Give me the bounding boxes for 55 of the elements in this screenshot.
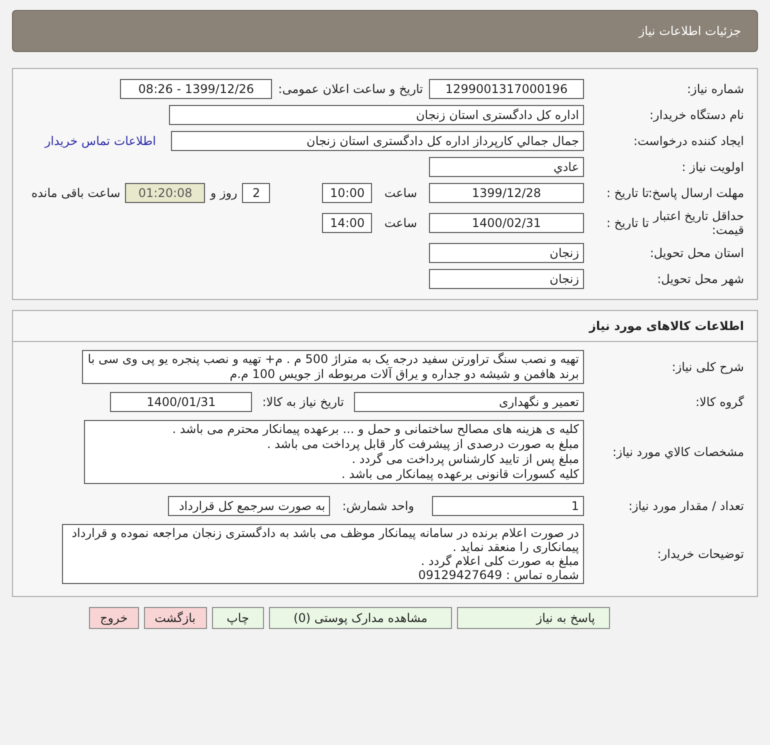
input-field[interactable]: اداره کل دادگستری استان زنجان bbox=[169, 105, 584, 125]
field-label: شرح کلی نیاز: bbox=[670, 359, 744, 376]
input-field[interactable]: 1 bbox=[432, 496, 584, 516]
field-label: تاریخ و ساعت اعلان عمومی: bbox=[278, 81, 423, 98]
input-field[interactable]: 14:00 bbox=[322, 213, 372, 233]
note-line: مبلغ به صورت کلی اعلام گردد . bbox=[420, 554, 579, 568]
input-field[interactable]: 01:20:08 bbox=[125, 183, 206, 203]
field-label: گروه کالا: bbox=[694, 394, 744, 411]
input-field[interactable]: جمال جمالي كارپرداز اداره کل دادگستری استان زنجان bbox=[171, 131, 584, 151]
input-field[interactable]: 1399/12/28 bbox=[429, 183, 584, 203]
action-button[interactable]: چاپ bbox=[212, 607, 264, 629]
input-field[interactable]: تعمیر و نگهداری bbox=[354, 392, 584, 412]
action-button[interactable]: بازگشت bbox=[144, 607, 207, 629]
input-field[interactable]: 1400/02/31 bbox=[429, 213, 584, 233]
note-line: شماره تماس : 09129427649 bbox=[417, 568, 579, 582]
field-label: تا تاریخ : bbox=[605, 215, 649, 232]
field-label: شهر محل تحویل: bbox=[656, 271, 744, 288]
spec-line: کلیه ی هزینه های مصالح ساختمانی و حمل و ... برعهده پیمانکار محترم می باشد . bbox=[171, 422, 579, 437]
field-label: تا تاریخ : bbox=[605, 185, 649, 202]
field-label: تاریخ نیاز به کالا: bbox=[262, 394, 344, 411]
input-field[interactable]: 10:00 bbox=[322, 183, 372, 203]
field-label: شماره نیاز: bbox=[686, 81, 744, 98]
action-button[interactable]: مشاهده مدارک پوستی (0) bbox=[269, 607, 452, 629]
page-title: جزئیات اطلاعات نیاز bbox=[638, 23, 741, 40]
input-field[interactable]: زنجان bbox=[429, 243, 584, 263]
contact-link[interactable]: اطلاعات تماس خریدار bbox=[44, 132, 156, 150]
field-label: مهلت ارسال پاسخ: bbox=[649, 185, 744, 202]
action-button[interactable]: پاسخ به نیاز bbox=[457, 607, 610, 629]
section-title: اطلاعات کالاهای مورد نیاز bbox=[589, 319, 744, 333]
field-label: روز و bbox=[210, 185, 238, 202]
spec-line: مبلغ به صورت درصدی از پیشرفت کار قابل پرداخت می باشد . bbox=[266, 437, 579, 452]
input-field[interactable]: 2 bbox=[242, 183, 270, 203]
note-line: در صورت اعلام برنده در سامانه پیمانکار موظف می باشد به دادگستری زنجان مراجعه نموده و قرارداد پیمانکاری را منعقد نماید . bbox=[70, 526, 579, 554]
input-field[interactable]: 1400/01/31 bbox=[110, 392, 252, 412]
field-label: ایجاد کننده درخواست: bbox=[632, 133, 744, 150]
field-label: حداقل تاريخ اعتبار قیمت: bbox=[652, 209, 744, 237]
field-label: ساعت bbox=[384, 185, 417, 202]
spec-line: مبلغ پس از تایید کارشناس پرداخت می گردد . bbox=[350, 452, 579, 467]
field-label: تعداد / مقدار مورد نیاز: bbox=[627, 498, 744, 515]
field-label: اولویت نیاز : bbox=[680, 159, 744, 176]
field-label: واحد شمارش: bbox=[342, 498, 414, 515]
field-label: ساعت bbox=[384, 215, 417, 232]
input-field[interactable]: 1299001317000196 bbox=[429, 79, 584, 99]
field-label: مشخصات کالاي مورد نیاز: bbox=[611, 444, 744, 461]
spec-line: کلیه کسورات قانونی برعهده پیمانکار می باشد . bbox=[340, 467, 579, 482]
field-label: ساعت باقی مانده bbox=[31, 185, 120, 202]
input-field[interactable]: زنجان bbox=[429, 269, 584, 289]
field-label: توضیحات خریدار: bbox=[656, 546, 744, 563]
field-label: استان محل تحویل: bbox=[648, 245, 744, 262]
input-field[interactable]: عادي bbox=[429, 157, 584, 177]
field-label: نام دستگاه خریدار: bbox=[648, 107, 744, 124]
description-box: تهیه و نصب سنگ تراورتن سفید درجه یک به متراژ 500 م . م+ تهیه و نصب پنجره یو پی وی سی با برند هافمن و شیشه دو جداره و یراق آلات مربوطه از جویس 100 م.م bbox=[82, 350, 584, 384]
input-field[interactable]: به صورت سرجمع کل قرارداد bbox=[168, 496, 330, 516]
input-field[interactable]: 1399/12/26 - 08:26 bbox=[120, 79, 272, 99]
action-button[interactable]: خروج bbox=[89, 607, 139, 629]
